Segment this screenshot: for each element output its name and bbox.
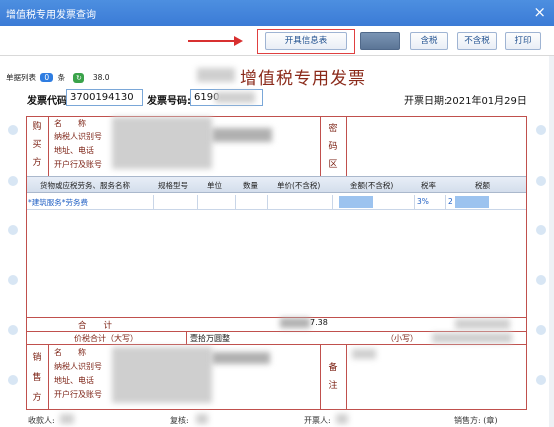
total-label: 价税合计（大写） [74, 334, 138, 343]
list-unit: 条 [57, 73, 66, 82]
seller-address-label: 地址、电话 [54, 376, 94, 385]
scrollbar[interactable] [549, 56, 554, 427]
seller-name-label: 名 称 [54, 348, 86, 357]
redacted-sum-tax [455, 319, 510, 329]
checker-label: 复核: [170, 416, 189, 425]
buyer-side-label-2: 买 [32, 140, 42, 150]
redacted-tax-amount [455, 196, 489, 208]
window-title: 增值税专用发票查询 [6, 10, 96, 21]
redacted-seller-info [112, 347, 212, 403]
list-count-badge[interactable]: 0 [40, 73, 54, 82]
invoice-number-label: 发票号码: [147, 96, 191, 107]
buyer-side-label-3: 方 [32, 158, 42, 168]
annotation-highlight-box [257, 29, 355, 54]
items-table-header: 货物或应税劳务、服务名称 规格型号 单位 数量 单价(不含税) 金额(不含税) … [27, 176, 526, 193]
col-spec: 规格型号 [158, 181, 188, 190]
sum-value: 7.38 [310, 318, 328, 327]
close-icon[interactable]: × [533, 3, 546, 21]
issue-date-label: 开票日期: [404, 96, 448, 107]
tax-excluded-button[interactable]: 不含税 [457, 32, 497, 50]
buyer-side-label-1: 购 [32, 122, 42, 132]
redacted-checker [196, 414, 208, 424]
print-button[interactable]: 打印 [505, 32, 541, 50]
redacted-title-prefix [197, 68, 235, 82]
issue-date-value: 2021年01月29日 [446, 96, 527, 107]
tax-included-button[interactable]: 含税 [410, 32, 448, 50]
redacted-buyer-info [112, 117, 212, 169]
col-amount: 金额(不含税) [350, 181, 394, 190]
remark-label-2: 注 [328, 381, 338, 391]
seller-bank-label: 开户行及账号 [54, 390, 102, 399]
seller-side-label-2: 售 [32, 373, 42, 383]
col-unit-price: 单价(不含税) [277, 181, 321, 190]
document-list-bar: 单据列表 0 条 ↻ 38.0 [6, 72, 110, 86]
item-tax-amount: 2 [448, 197, 453, 206]
seller-seal-label: 销售方: (章) [454, 416, 498, 425]
buyer-taxid-label: 纳税人识别号 [54, 132, 102, 141]
annotation-arrow [188, 40, 238, 42]
list-value: 38.0 [92, 73, 110, 82]
current-view-button[interactable] [360, 32, 400, 50]
receiver-label: 收款人: [28, 416, 55, 425]
cipher-label-2: 码 [328, 142, 338, 152]
redacted-remark [352, 349, 376, 359]
buyer-name-label: 名 称 [54, 119, 86, 128]
col-quantity: 数量 [243, 181, 258, 190]
cipher-label-1: 密 [328, 124, 338, 134]
buyer-bank-label: 开户行及账号 [54, 160, 102, 169]
buyer-address-label: 地址、电话 [54, 146, 94, 155]
sum-label: 合 计 [78, 321, 113, 331]
redacted-seller-info-2 [212, 352, 270, 364]
total-value-cn: 壹拾万圆整 [190, 334, 230, 343]
table-row[interactable]: *建筑服务*劳务费 3% 2 [27, 195, 526, 210]
redacted-total-small [432, 333, 512, 343]
invoice-title: 增值税专用发票 [240, 69, 366, 89]
seller-side-label-1: 销 [32, 353, 42, 363]
redacted-amount [339, 196, 373, 208]
redacted-issuer [336, 414, 348, 424]
col-tax-rate: 税率 [421, 181, 436, 190]
redacted-number [215, 92, 255, 103]
redacted-sum [280, 318, 310, 328]
item-name: *建筑服务*劳务费 [28, 198, 88, 207]
col-item-name: 货物或应税劳务、服务名称 [40, 181, 130, 190]
small-label: （小写） [386, 334, 418, 343]
seller-side-label-3: 方 [32, 393, 42, 403]
redacted-receiver [60, 414, 74, 424]
refresh-icon[interactable]: ↻ [73, 73, 85, 83]
col-tax-amount: 税额 [475, 181, 490, 190]
cipher-label-3: 区 [328, 160, 338, 170]
invoice-code-field[interactable]: 3700194130 [66, 89, 143, 106]
invoice-code-label: 发票代码: [27, 96, 71, 107]
annotation-arrowhead [234, 36, 243, 46]
remark-label-1: 备 [328, 363, 338, 373]
col-unit: 单位 [207, 181, 222, 190]
list-label: 单据列表 [6, 73, 36, 82]
item-tax-rate: 3% [417, 197, 429, 206]
redacted-buyer-info-2 [212, 128, 272, 142]
issuer-label: 开票人: [304, 416, 331, 425]
window-title-bar: 增值税专用发票查询 × [0, 0, 554, 26]
seller-taxid-label: 纳税人识别号 [54, 362, 102, 371]
